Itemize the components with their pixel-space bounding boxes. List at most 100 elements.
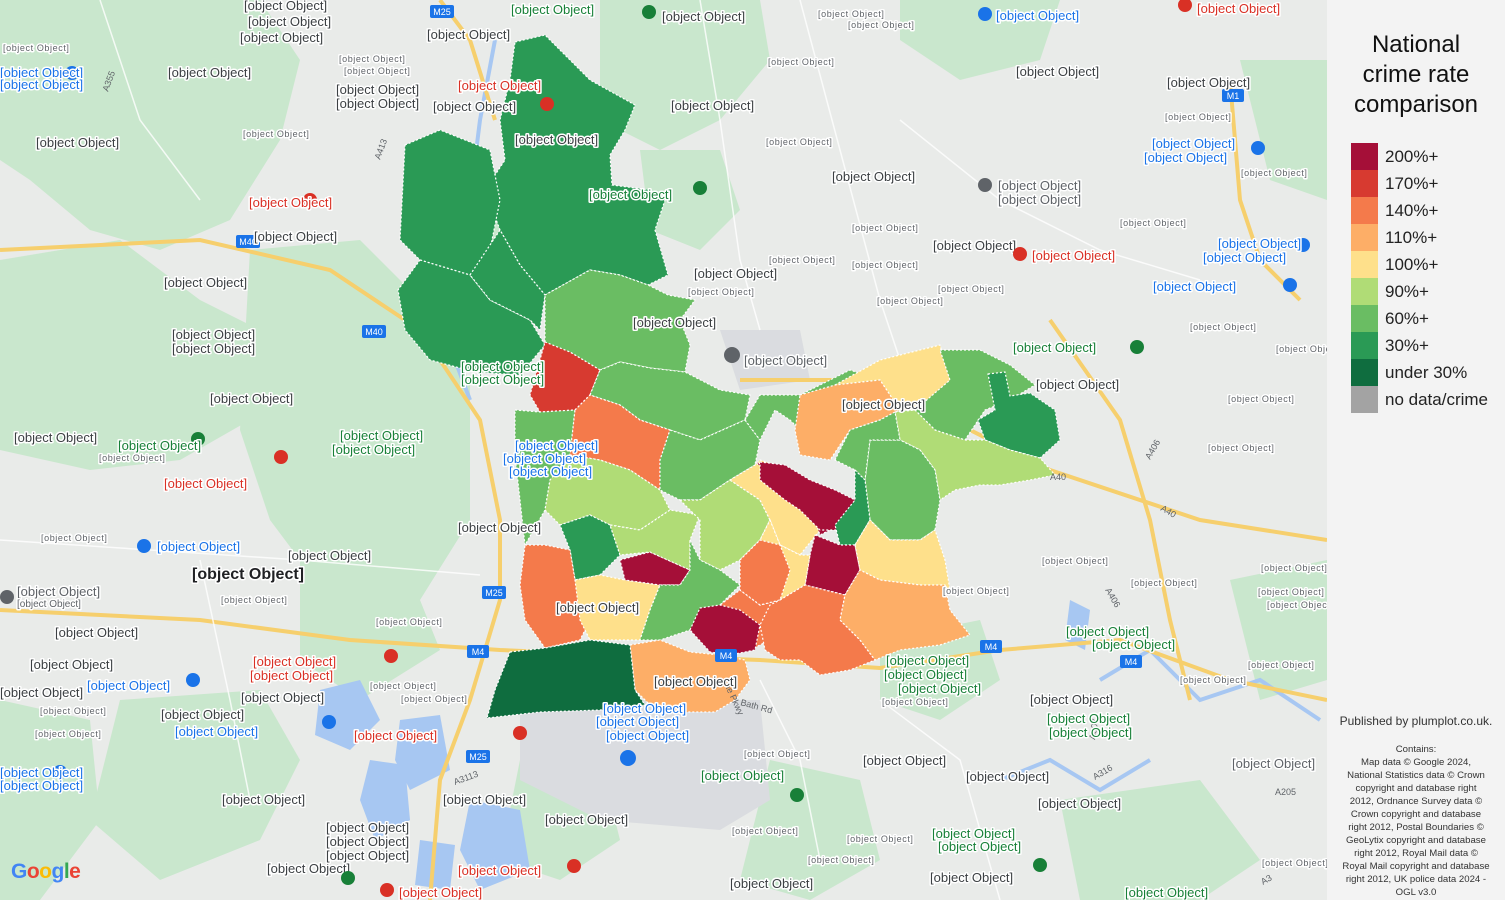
hotel-icon xyxy=(513,726,527,740)
place-label: [object Object] xyxy=(243,129,310,139)
svg-text:M4: M4 xyxy=(1125,657,1138,667)
legend-label: 30%+ xyxy=(1385,335,1429,355)
poi-label: [object Object] xyxy=(509,464,592,479)
legend-label: 100%+ xyxy=(1385,254,1439,274)
legend-label: 170%+ xyxy=(1385,173,1439,193)
hospital-icon xyxy=(540,97,554,111)
place-label: [object Object] xyxy=(99,453,166,463)
restaurant-icon xyxy=(380,883,394,897)
legend-item: 30%+ xyxy=(1351,332,1488,359)
legend-label: 140%+ xyxy=(1385,200,1439,220)
place-label: [object Object] xyxy=(210,391,293,406)
attribution-line: Crown copyright and database xyxy=(1350,809,1482,820)
place-label: [object Object] xyxy=(933,238,1016,253)
place-label: [object Object] xyxy=(172,341,255,356)
place-label: [object Object] xyxy=(1228,394,1295,404)
poi-label: [object Object] xyxy=(1092,637,1175,652)
place-label: [object Object] xyxy=(852,223,919,233)
place-label: [object Object] xyxy=(36,135,119,150)
place-label: [object Object] xyxy=(654,674,737,689)
place-label: [object Object] xyxy=(0,685,83,700)
place-label: [object Object] xyxy=(744,749,811,759)
crime-rate-map[interactable]: M25 A355 A413 M40 M40 M1 M25 M4 M4 M4 M4… xyxy=(0,0,1327,900)
place-label: [object Object] xyxy=(326,848,409,863)
legend-item: 200%+ xyxy=(1351,143,1488,170)
place-label: [object Object] xyxy=(14,430,97,445)
place-label: [object Object] xyxy=(863,753,946,768)
place-label: [object Object] xyxy=(164,275,247,290)
poi-label: [object Object] xyxy=(332,442,415,457)
legend-swatch xyxy=(1351,197,1378,224)
legend-item: no data/crime xyxy=(1351,386,1488,413)
place-label: [object Object] xyxy=(433,99,516,114)
poi-label: [object Object] xyxy=(606,728,689,743)
place-label: [object Object] xyxy=(1276,344,1327,354)
legend-swatch xyxy=(1351,359,1378,386)
place-label: [object Object] xyxy=(336,96,419,111)
place-label: [object Object] xyxy=(1180,675,1247,685)
poi-label: [object Object] xyxy=(0,778,83,793)
place-label: [object Object] xyxy=(732,826,799,836)
place-label: [object Object] xyxy=(848,20,915,30)
place-label: [object Object] xyxy=(339,54,406,64)
place-label: [object Object] xyxy=(938,284,1005,294)
castle-icon xyxy=(186,673,200,687)
place-label: [object Object] xyxy=(694,266,777,281)
hospital-icon xyxy=(1013,247,1027,261)
place-label: [object Object] xyxy=(376,617,443,627)
poi-label: [object Object] xyxy=(998,178,1081,193)
golf-icon xyxy=(642,5,656,19)
attribution-line: right 2012, Postal Boundaries © xyxy=(1348,822,1484,833)
legend-swatch xyxy=(1351,224,1378,251)
poi-label: [object Object] xyxy=(175,724,258,739)
poi-label: [object Object] xyxy=(1203,250,1286,265)
poi-label: [object Object] xyxy=(1125,885,1208,900)
place-label: [object Object] xyxy=(326,834,409,849)
attribution-line: National Statistics data © Crown xyxy=(1347,770,1485,781)
place-label: [object Object] xyxy=(192,566,304,583)
poi-label: [object Object] xyxy=(458,78,541,93)
place-label: [object Object] xyxy=(458,520,541,535)
attribution-line: Royal Mail copyright and database xyxy=(1342,861,1490,872)
poi-label: [object Object] xyxy=(596,714,679,729)
poi-label: [object Object] xyxy=(998,192,1081,207)
poi-label: [object Object] xyxy=(1197,1,1280,16)
legend: 200%+ 170%+ 140%+ 110%+ 100%+ 90%+ 60%+ 30%+ und… xyxy=(1351,143,1488,413)
place-label: [object Object] xyxy=(515,132,598,147)
poi-label: [object Object] xyxy=(511,2,594,17)
place-label: [object Object] xyxy=(1261,563,1327,573)
poi-label: [object Object] xyxy=(458,863,541,878)
attraction-icon xyxy=(322,715,336,729)
place-label: [object Object] xyxy=(370,681,437,691)
poi-label: [object Object] xyxy=(118,438,201,453)
place-label: [object Object] xyxy=(288,548,371,563)
place-label: [object Object] xyxy=(768,57,835,67)
poi-label: [object Object] xyxy=(1144,150,1227,165)
poi-label: [object Object] xyxy=(249,195,332,210)
legend-swatch xyxy=(1351,278,1378,305)
museum-icon xyxy=(978,7,992,21)
place-label: [object Object] xyxy=(1042,556,1109,566)
place-label: [object Object] xyxy=(222,792,305,807)
svg-text:A205: A205 xyxy=(1275,787,1296,797)
legend-item: under 30% xyxy=(1351,359,1488,386)
poi-label: [object Object] xyxy=(1049,725,1132,740)
place-label: [object Object] xyxy=(241,690,324,705)
svg-text:A40: A40 xyxy=(1050,472,1066,482)
place-label: [object Object] xyxy=(326,820,409,835)
attribution-line: 2012, Ordnance Survey data © xyxy=(1349,796,1483,807)
legend-item: 110%+ xyxy=(1351,224,1488,251)
place-label: [object Object] xyxy=(443,792,526,807)
place-label: [object Object] xyxy=(1167,75,1250,90)
legend-swatch xyxy=(1351,251,1378,278)
place-label: [object Object] xyxy=(930,870,1013,885)
poi-label: [object Object] xyxy=(884,667,967,682)
poi-label: [object Object] xyxy=(898,681,981,696)
poi-label: [object Object] xyxy=(1032,248,1115,263)
poi-label: [object Object] xyxy=(250,668,333,683)
attribution-line: GeoLytix copyright and database xyxy=(1346,835,1486,846)
hospital-icon xyxy=(274,450,288,464)
stadium-icon xyxy=(1130,340,1144,354)
place-label: [object Object] xyxy=(852,260,919,270)
airfield-icon xyxy=(724,347,740,363)
